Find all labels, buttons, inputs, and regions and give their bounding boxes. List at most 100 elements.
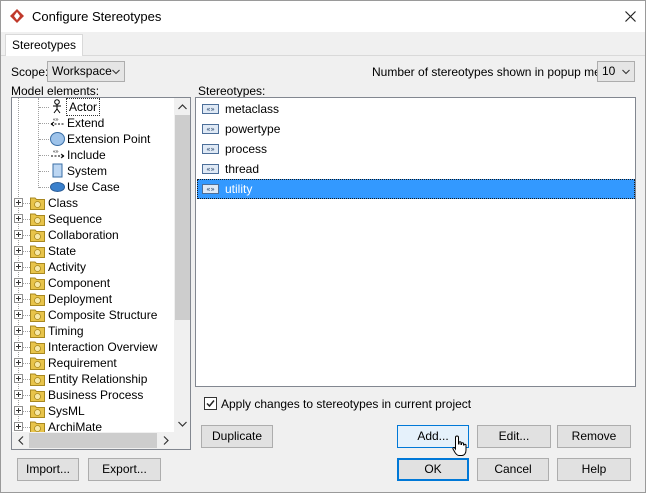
tree-item-actor[interactable]: Actor: [12, 98, 172, 116]
tree-item-label: Extend: [67, 116, 105, 130]
tree-connector-line: [23, 411, 30, 412]
tree-item-system[interactable]: System: [12, 163, 172, 179]
stereotype-item-thread[interactable]: «» thread: [197, 159, 635, 179]
export-button[interactable]: Export...: [88, 458, 161, 481]
tree-folder-entity-relationship[interactable]: Entity Relationship: [12, 371, 172, 387]
tree-folder-sysml[interactable]: SysML: [12, 403, 172, 419]
scroll-right-button[interactable]: [157, 432, 174, 449]
tree-folder-interaction-overview[interactable]: Interaction Overview: [12, 339, 172, 355]
stereotype-icon: «»: [202, 184, 219, 194]
stereotypes-list[interactable]: «» metaclass «» powertype «» process «» thread «…: [195, 97, 636, 387]
expand-plus-icon[interactable]: [14, 230, 23, 239]
tree-vertical-scrollbar[interactable]: [174, 98, 190, 432]
tree-folder-component[interactable]: Component: [12, 275, 172, 291]
app-logo-icon: [10, 9, 24, 23]
tree-item-extension-point[interactable]: Extension Point: [12, 131, 172, 147]
chevron-right-icon: [163, 436, 169, 445]
tree-scroll-thumb[interactable]: [175, 115, 190, 320]
edit-button[interactable]: Edit...: [477, 425, 551, 448]
stereotype-icon: «»: [202, 124, 219, 134]
expand-plus-icon[interactable]: [14, 310, 23, 319]
tree-connector-line: [23, 315, 30, 316]
tree-folder-state[interactable]: State: [12, 243, 172, 259]
expand-plus-icon[interactable]: [14, 422, 23, 431]
tree-connector-line: [39, 187, 49, 188]
tree-folder-sequence[interactable]: Sequence: [12, 211, 172, 227]
tree-connector-line: [39, 107, 49, 108]
folder-icon: [30, 309, 45, 322]
expand-plus-icon[interactable]: [14, 198, 23, 207]
scroll-up-button[interactable]: [174, 98, 190, 115]
expand-plus-icon[interactable]: [14, 262, 23, 271]
tree-folder-requirement[interactable]: Requirement: [12, 355, 172, 371]
tree-connector-line: [39, 171, 49, 172]
tree-hscroll-thumb[interactable]: [29, 433, 157, 448]
stereotype-icon: «»: [202, 104, 219, 114]
checkmark-icon: [206, 400, 215, 408]
tree-item-extend[interactable]: «» Extend: [12, 115, 172, 131]
tree-connector-line: [23, 427, 30, 428]
popup-count-value: 10: [602, 64, 616, 78]
folder-icon: [30, 229, 45, 242]
tree-connector-line: [23, 203, 30, 204]
system-icon: [52, 163, 63, 178]
expand-plus-icon[interactable]: [14, 406, 23, 415]
stereotype-item-powertype[interactable]: «» powertype: [197, 119, 635, 139]
expand-plus-icon[interactable]: [14, 246, 23, 255]
stereotype-item-utility[interactable]: «» utility: [197, 179, 635, 199]
window-title: Configure Stereotypes: [32, 9, 162, 24]
tree-folder-activity[interactable]: Activity: [12, 259, 172, 275]
stereotype-label: thread: [225, 162, 260, 176]
tree-item-use-case[interactable]: Use Case: [12, 179, 172, 195]
expand-plus-icon[interactable]: [14, 278, 23, 287]
expand-plus-icon[interactable]: [14, 214, 23, 223]
model-elements-tree[interactable]: Actor «» Extend Extension Point «» Include Sys…: [11, 97, 191, 450]
tree-folder-composite-structure[interactable]: Composite Structure: [12, 307, 172, 323]
expand-plus-icon[interactable]: [14, 390, 23, 399]
scope-select[interactable]: Workspace: [47, 61, 125, 82]
expand-plus-icon[interactable]: [14, 374, 23, 383]
tree-folder-label: Deployment: [48, 292, 113, 306]
expand-plus-icon[interactable]: [14, 342, 23, 351]
folder-icon: [30, 197, 45, 210]
help-button[interactable]: Help: [557, 458, 631, 481]
svg-text:«»: «»: [53, 149, 59, 155]
tree-folder-collaboration[interactable]: Collaboration: [12, 227, 172, 243]
close-button[interactable]: [615, 1, 645, 31]
expand-plus-icon[interactable]: [14, 326, 23, 335]
ok-button[interactable]: OK: [397, 458, 469, 481]
tree-item-label: Include: [67, 148, 106, 162]
tree-connector-line: [23, 395, 30, 396]
tree-connector-line: [39, 123, 49, 124]
folder-icon: [30, 373, 45, 386]
duplicate-button[interactable]: Duplicate: [201, 425, 273, 448]
import-button[interactable]: Import...: [17, 458, 79, 481]
include-icon: «»: [51, 149, 65, 159]
stereotype-item-metaclass[interactable]: «» metaclass: [197, 99, 635, 119]
tree-folder-deployment[interactable]: Deployment: [12, 291, 172, 307]
tree-folder-class[interactable]: Class: [12, 195, 172, 211]
apply-changes-checkbox[interactable]: [204, 397, 217, 410]
tree-folder-timing[interactable]: Timing: [12, 323, 172, 339]
tab-stereotypes[interactable]: Stereotypes: [5, 34, 84, 56]
tree-connector-line: [23, 379, 30, 380]
apply-changes-label[interactable]: Apply changes to stereotypes in current …: [221, 397, 471, 411]
popup-count-select[interactable]: 10: [597, 61, 635, 82]
folder-icon: [30, 293, 45, 306]
tree-horizontal-scrollbar[interactable]: [12, 432, 190, 449]
folder-icon: [30, 261, 45, 274]
tree-folder-label: Collaboration: [48, 228, 119, 242]
expand-plus-icon[interactable]: [14, 294, 23, 303]
scroll-down-button[interactable]: [174, 415, 190, 432]
stereotype-item-process[interactable]: «» process: [197, 139, 635, 159]
folder-icon: [30, 213, 45, 226]
remove-button[interactable]: Remove: [557, 425, 631, 448]
tree-connector-line: [23, 283, 30, 284]
expand-plus-icon[interactable]: [14, 358, 23, 367]
tree-item-include[interactable]: «» Include: [12, 147, 172, 163]
cancel-button[interactable]: Cancel: [477, 458, 549, 481]
stereotype-label: metaclass: [225, 102, 280, 116]
tree-folder-business-process[interactable]: Business Process: [12, 387, 172, 403]
svg-text:«»: «»: [206, 186, 215, 194]
scroll-left-button[interactable]: [12, 432, 29, 449]
